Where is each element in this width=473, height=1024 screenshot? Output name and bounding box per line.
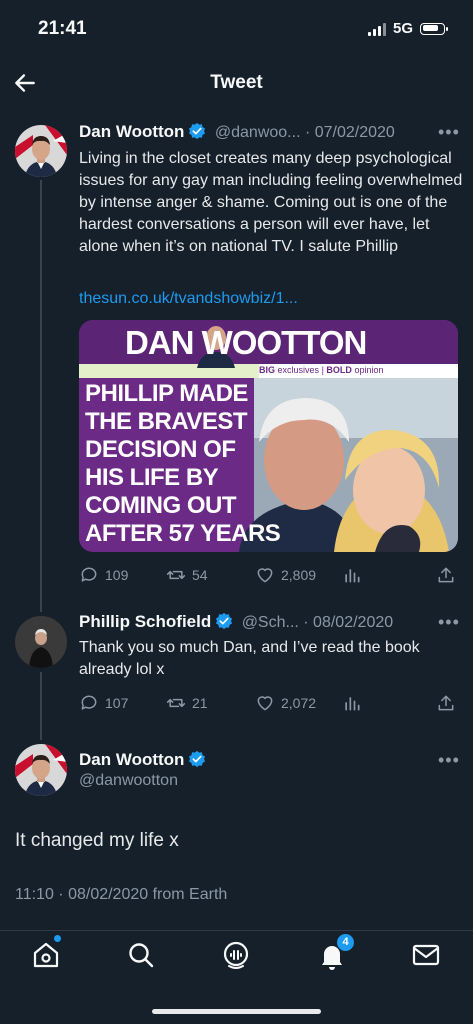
- tweet-header: Phillip Schofield @Sch... · 08/02/2020: [79, 612, 429, 632]
- retweet-icon: [166, 570, 186, 580]
- notifications-badge: 4: [337, 934, 354, 951]
- reply-count: 107: [105, 695, 129, 711]
- tweet-actions: 109 54 2,809: [0, 563, 473, 587]
- author-handle: @danwootton: [79, 772, 178, 789]
- home-indicator: [152, 1009, 321, 1014]
- main-tweet-text: It changed my life x: [15, 830, 179, 851]
- reply-button[interactable]: 107: [79, 693, 128, 713]
- like-count: 2,072: [281, 695, 317, 711]
- author-name[interactable]: Dan Wootton: [79, 750, 184, 769]
- home-icon[interactable]: [30, 939, 62, 971]
- share-icon: [438, 695, 454, 711]
- home-unread-dot: [54, 935, 61, 942]
- more-options-icon[interactable]: •••: [438, 750, 460, 771]
- verified-badge-icon: [189, 750, 206, 768]
- signal-icon: [367, 22, 386, 36]
- page-title: Tweet: [210, 72, 263, 93]
- share-button[interactable]: [436, 565, 456, 585]
- like-button[interactable]: 2,072: [255, 693, 316, 713]
- avatar[interactable]: [15, 616, 67, 668]
- verified-badge-icon: [216, 612, 233, 630]
- tweet-text: Living in the closet creates many deep p…: [79, 150, 463, 255]
- more-options-icon[interactable]: •••: [438, 612, 460, 633]
- analytics-icon: [345, 569, 360, 583]
- avatar[interactable]: [15, 125, 67, 177]
- heart-icon: [257, 696, 273, 711]
- verified-badge-icon: [189, 122, 206, 140]
- reply-icon: [81, 695, 97, 710]
- author-name[interactable]: Phillip Schofield: [79, 612, 211, 631]
- retweet-button[interactable]: 54: [166, 565, 208, 585]
- card-headline: PHILLIP MADE THE BRAVEST DECISION OF HIS…: [85, 380, 281, 547]
- like-count: 2,809: [281, 567, 317, 583]
- avatar[interactable]: [15, 744, 67, 796]
- share-icon: [438, 567, 454, 583]
- tweet-header: Dan Wootton @danwoo... · 07/02/2020: [79, 122, 429, 142]
- author-name[interactable]: Dan Wootton: [79, 122, 184, 141]
- card-brand: DAN WOOTTON: [125, 324, 367, 361]
- status-time: 21:41: [38, 18, 87, 39]
- heart-icon: [257, 568, 273, 583]
- article-card-image[interactable]: DAN WOOTTON BIG exclusives | BOLD opinio…: [79, 320, 458, 552]
- tweet-timestamp: 11:10 · 08/02/2020 from Earth: [15, 886, 228, 903]
- tweet-text: Thank you so much Dan, and I’ve read the…: [79, 639, 420, 678]
- card-tagline: BIG exclusives | BOLD opinion: [259, 365, 384, 375]
- more-options-icon[interactable]: •••: [438, 122, 460, 143]
- main-tweet-author: Dan Wootton: [79, 750, 206, 770]
- retweet-count: 21: [192, 695, 208, 711]
- share-button[interactable]: [436, 693, 456, 713]
- bottom-navigation: 4: [0, 930, 473, 991]
- status-icons: 5G: [367, 20, 448, 37]
- search-icon[interactable]: [125, 939, 157, 971]
- network-label: 5G: [392, 20, 413, 37]
- spaces-icon[interactable]: [220, 939, 252, 971]
- author-handle-date: @danwoo... · 07/02/2020: [214, 124, 395, 141]
- tweet-link[interactable]: thesun.co.uk/tvandshowbiz/1...: [79, 288, 298, 310]
- retweet-button[interactable]: 21: [166, 693, 208, 713]
- messages-mail-icon[interactable]: [410, 939, 442, 971]
- reply-icon: [81, 567, 97, 582]
- author-handle-date: @Sch... · 08/02/2020: [241, 614, 394, 631]
- analytics-button[interactable]: [342, 693, 362, 713]
- thread-line: [40, 180, 42, 612]
- analytics-button[interactable]: [342, 565, 362, 585]
- battery-icon: [420, 22, 448, 35]
- retweet-icon: [166, 698, 186, 708]
- reply-button[interactable]: 109: [79, 565, 128, 585]
- analytics-icon: [345, 697, 360, 711]
- tweet-actions: 107 21 2,072: [0, 691, 473, 715]
- retweet-count: 54: [192, 567, 208, 583]
- like-button[interactable]: 2,809: [255, 565, 316, 585]
- reply-count: 109: [105, 567, 129, 583]
